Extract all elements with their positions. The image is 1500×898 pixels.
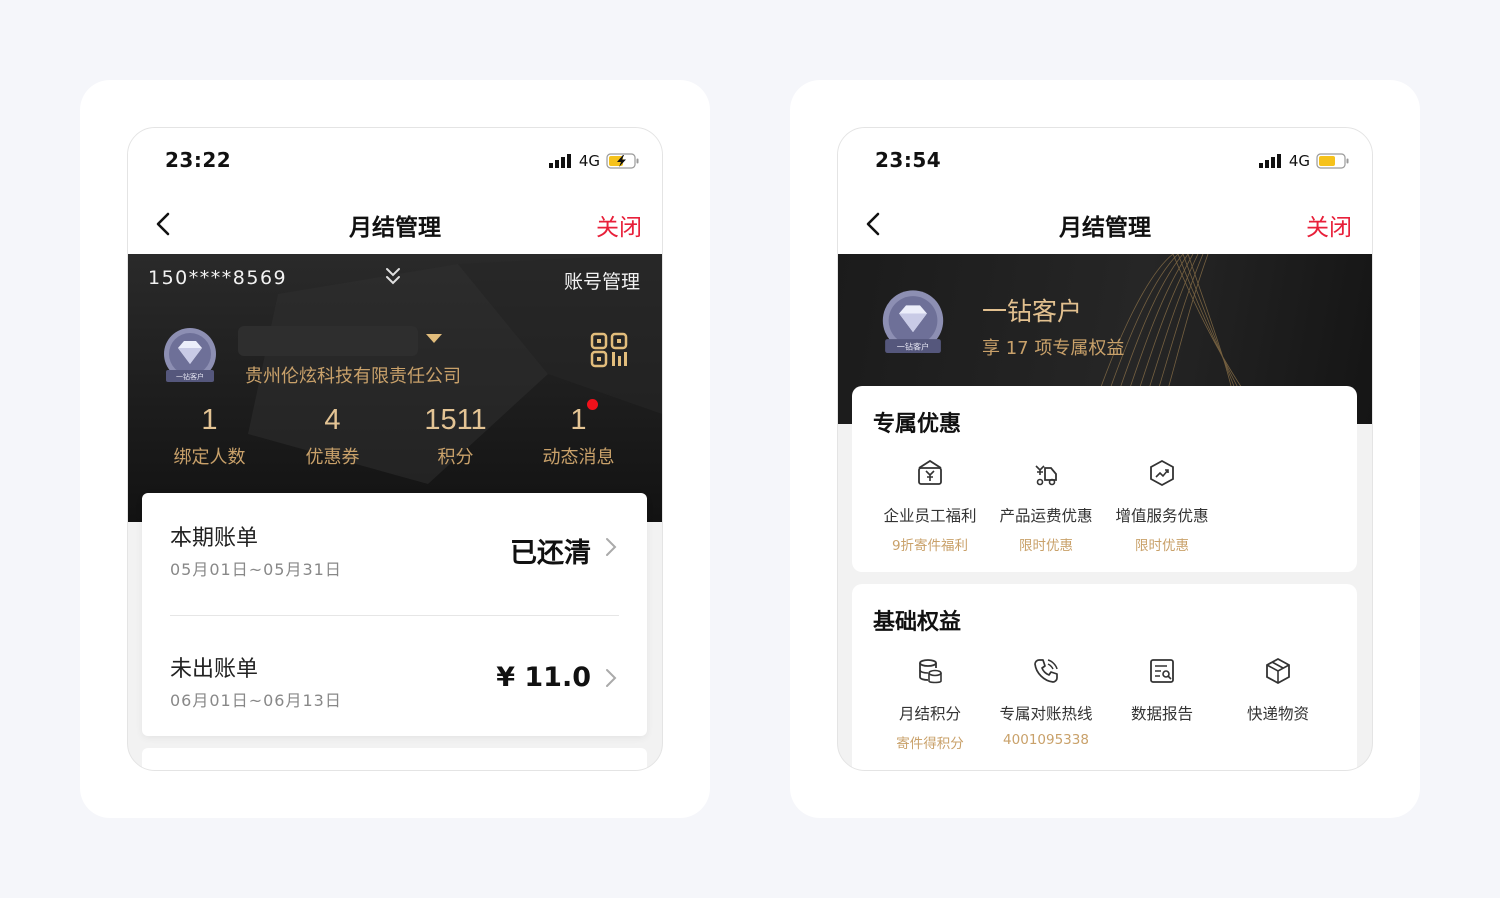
section-title: 专属优惠 [873,412,962,437]
stat-label: 动态消息 [542,447,615,468]
item-name: 增值服务优惠 [1115,507,1209,525]
bill-value: ¥ 11.0 [496,662,591,693]
network-label: 4G [578,152,600,170]
status-icons: 4G [1258,152,1350,170]
right-express-supplies[interactable]: 快递物资 [1220,654,1336,752]
stat-label: 优惠券 [305,447,360,468]
current-bill-row[interactable]: 本期账单 05月01日~05月31日 已还清 [142,503,647,616]
nav-bar: 月结管理 关闭 [838,194,1372,254]
svg-text:一钻客户: 一钻客户 [176,372,204,381]
item-name: 月结积分 [898,705,961,723]
bill-period: 05月01日~05月31日 [170,560,342,579]
status-bar: 23:54 4G [838,128,1372,194]
page-title: 月结管理 [1059,215,1151,241]
chevron-right-icon [606,669,617,687]
exclusive-offers-section: 专属优惠 企业员工福利 9折寄件福利 产品运费优惠 限时优惠 增值服务优惠 限时… [852,386,1357,572]
left-screenshot-card: 23:22 4G 月结管理 关闭 150****8569 账号管理 一钻客户 贵… [80,80,710,818]
left-phone-screen: 23:22 4G 月结管理 关闭 150****8569 账号管理 一钻客户 贵… [127,127,663,771]
stat-value: 1511 [424,404,487,436]
svg-text:一钻客户: 一钻客户 [897,342,929,352]
item-sub: 寄件得积分 [896,736,964,752]
network-label: 4G [1288,152,1310,170]
phone-call-icon [1034,659,1058,683]
status-time: 23:54 [875,148,942,172]
right-phone-screen: 23:54 4G 月结管理 关闭 一钻客户 一钻客户 享 17 项专属权益 专属… [837,127,1373,771]
wallet-yen-icon [918,459,942,485]
section-title: 基础权益 [873,610,962,635]
stats-row: 1 绑定人数 4 优惠券 1511 积分 1 动态消息 [128,399,662,469]
stat-value: 1 [570,404,587,436]
stat-coupons[interactable]: 4 优惠券 [271,404,394,469]
account-manage-link[interactable]: 账号管理 [564,267,640,294]
bill-value: 已还清 [510,538,591,569]
right-reconcile-hotline[interactable]: 专属对账热线 4001095338 [988,654,1104,752]
company-name: 贵州伦炫科技有限责任公司 [245,366,461,387]
stat-bound-users[interactable]: 1 绑定人数 [148,404,271,469]
bill-period: 06月01日~06月13日 [170,691,342,710]
item-name: 产品运费优惠 [999,507,1093,525]
next-card-peek [142,748,647,770]
switch-account-icon[interactable] [385,266,401,286]
item-sub: 限时优惠 [1135,538,1189,554]
account-header: 150****8569 账号管理 一钻客户 贵州伦炫科技有限责任公司 1 绑定人… [128,254,662,522]
bill-name: 本期账单 [170,526,259,551]
page-title: 月结管理 [349,215,441,241]
battery-icon [1316,153,1349,169]
signal-icon [548,154,571,168]
bill-name: 未出账单 [170,657,259,682]
offer-items: 企业员工福利 9折寄件福利 产品运费优惠 限时优惠 增值服务优惠 限时优惠 [872,456,1220,554]
right-monthly-points[interactable]: 月结积分 寄件得积分 [872,654,988,752]
item-name: 专属对账热线 [999,705,1093,723]
offer-employee-welfare[interactable]: 企业员工福利 9折寄件福利 [872,456,988,554]
hero-decoration [248,254,662,484]
delivery-cart-icon [1035,465,1057,486]
basic-rights-section: 基础权益 月结积分 寄件得积分 专属对账热线 4001095338 数据报告 快… [852,584,1357,770]
diamond-badge-icon: 一钻客户 [164,328,216,382]
offer-shipping-discount[interactable]: 产品运费优惠 限时优惠 [988,456,1104,554]
stat-messages[interactable]: 1 动态消息 [517,399,640,469]
item-sub: 9折寄件福利 [891,538,969,554]
close-button[interactable]: 关闭 [596,208,642,242]
nav-bar: 月结管理 关闭 [128,194,662,254]
tier-name: 一钻客户 [982,297,1083,326]
right-data-report[interactable]: 数据报告 [1104,654,1220,752]
item-sub: 限时优惠 [1019,538,1073,554]
row-divider [170,615,619,616]
stat-label: 积分 [437,447,474,468]
dropdown-triangle-icon[interactable] [426,334,442,344]
account-phone: 150****8569 [148,267,288,289]
right-screenshot-card: 23:54 4G 月结管理 关闭 一钻客户 一钻客户 享 17 项专属权益 专属… [790,80,1420,818]
coin-stack-icon [919,659,942,684]
offer-value-added[interactable]: 增值服务优惠 限时优惠 [1104,456,1220,554]
stat-value: 1 [201,404,218,436]
status-icons: 4G [548,152,640,170]
item-name: 数据报告 [1130,705,1193,723]
item-name: 快递物资 [1246,705,1309,723]
stat-points[interactable]: 1511 积分 [394,404,517,469]
report-icon [1150,659,1174,683]
masked-user-name [238,326,418,356]
status-bar: 23:22 4G [128,128,662,194]
package-icon [1266,657,1290,685]
tier-subtitle: 享 17 项专属权益 [982,338,1125,359]
close-button[interactable]: 关闭 [1306,208,1352,242]
growth-hexagon-icon [1150,459,1174,487]
signal-icon [1258,154,1281,168]
item-name: 企业员工福利 [883,507,977,525]
chevron-right-icon [606,538,617,556]
qr-code-icon[interactable] [590,332,630,368]
bill-card: 本期账单 05月01日~05月31日 已还清 未出账单 06月01日~06月13… [142,493,647,736]
rights-items: 月结积分 寄件得积分 专属对账热线 4001095338 数据报告 快递物资 [872,654,1336,752]
item-sub: 4001095338 [1003,732,1089,748]
unread-dot [587,399,598,410]
stat-label: 绑定人数 [173,447,246,468]
status-time: 23:22 [165,148,232,172]
unbilled-row[interactable]: 未出账单 06月01日~06月13日 ¥ 11.0 [142,634,647,744]
stat-value: 4 [324,404,341,436]
diamond-badge-icon: 一钻客户 [882,290,944,354]
battery-charging-icon [606,153,639,169]
